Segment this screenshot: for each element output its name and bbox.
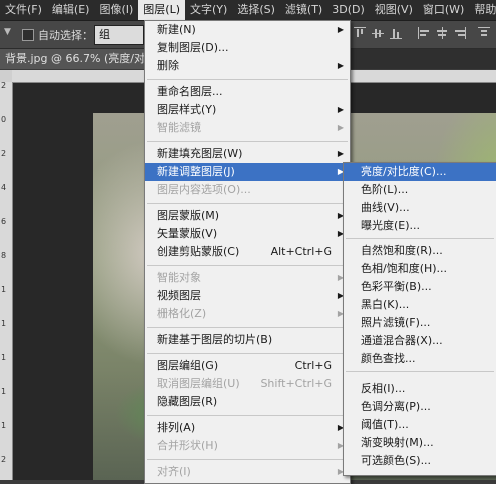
menu-item-smart-object: 智能对象 ▶ xyxy=(157,271,344,284)
menu-item-new-layer-based-slice[interactable]: 新建基于图层的切片(B) xyxy=(145,331,350,349)
menu-separator xyxy=(147,415,348,416)
submenu-item-color-balance[interactable]: 色彩平衡(B)... xyxy=(344,278,496,296)
menu-item-create-clipping-mask[interactable]: 创建剪贴蒙版(C) Alt+Ctrl+G xyxy=(145,243,350,261)
menu-item-rename-layer[interactable]: 重命名图层... xyxy=(145,83,350,101)
menu-select[interactable]: 选择(S) xyxy=(232,0,280,20)
menu-separator xyxy=(147,459,348,460)
menu-item-align: 对齐(I) ▶ xyxy=(157,465,344,478)
auto-select-dropdown[interactable]: 组 xyxy=(94,25,144,45)
align-bottom-icon[interactable] xyxy=(390,27,402,39)
submenu-item-selective-color[interactable]: 可选颜色(S)... xyxy=(344,452,496,470)
submenu-item-threshold[interactable]: 阈值(T)... xyxy=(344,416,496,434)
submenu-item-invert[interactable]: 反相(I)... xyxy=(344,380,496,398)
ruler-tick: 1 xyxy=(1,285,7,294)
menu-separator xyxy=(147,203,348,204)
ruler-tick: 2 xyxy=(1,81,7,90)
auto-select-label: 自动选择： xyxy=(38,29,93,42)
ruler-tick: 6 xyxy=(1,217,7,226)
menu-edit[interactable]: 编辑(E) xyxy=(47,0,95,20)
menu-separator xyxy=(147,265,348,266)
menu-window[interactable]: 窗口(W) xyxy=(418,0,469,20)
submenu-item-gradient-map[interactable]: 渐变映射(M)... xyxy=(344,434,496,452)
menu-item-arrange[interactable]: 排列(A) ▶ xyxy=(145,419,350,437)
menu-separator xyxy=(147,141,348,142)
menu-layer[interactable]: 图层(L) xyxy=(138,0,186,20)
document-tab[interactable]: 背景.jpg @ 66.7% (亮度/对比 xyxy=(0,49,145,69)
menu-item-rasterize: 栅格化(Z) ▶ xyxy=(157,307,344,320)
menu-separator xyxy=(147,327,348,328)
menu-item-smart-filter: 智能滤镜 ▶ xyxy=(157,121,344,134)
menu-item-layer-style[interactable]: 图层样式(Y) ▶ xyxy=(145,101,350,119)
menu-item-ungroup-layers: 取消图层编组(U) Shift+Ctrl+G xyxy=(157,377,332,390)
menu-separator xyxy=(346,371,494,372)
align-left-icon[interactable] xyxy=(418,27,430,39)
menu-image[interactable]: 图像(I) xyxy=(94,0,138,20)
submenu-item-exposure[interactable]: 曝光度(E)... xyxy=(344,217,496,235)
menu-item-vector-mask[interactable]: 矢量蒙版(V) ▶ xyxy=(145,225,350,243)
vertical-ruler: 2 0 2 4 6 8 1 1 1 1 1 2 xyxy=(0,82,13,480)
align-vcenter-icon[interactable] xyxy=(372,27,384,39)
auto-select-checkbox[interactable] xyxy=(22,29,34,41)
ruler-tick: 1 xyxy=(1,421,7,430)
submenu-item-channel-mixer[interactable]: 通道混合器(X)... xyxy=(344,332,496,350)
menu-filter[interactable]: 滤镜(T) xyxy=(280,0,327,20)
align-hcenter-icon[interactable] xyxy=(436,27,448,39)
submenu-item-hue-saturation[interactable]: 色相/饱和度(H)... xyxy=(344,260,496,278)
submenu-item-black-white[interactable]: 黑白(K)... xyxy=(344,296,496,314)
menu-item-duplicate-layer[interactable]: 复制图层(D)... xyxy=(145,39,350,57)
submenu-item-photo-filter[interactable]: 照片滤镜(F)... xyxy=(344,314,496,332)
submenu-item-color-lookup[interactable]: 颜色查找... xyxy=(344,350,496,368)
submenu-item-vibrance[interactable]: 自然饱和度(R)... xyxy=(344,242,496,260)
ruler-tick: 8 xyxy=(1,251,7,260)
ruler-tick: 4 xyxy=(1,183,7,192)
menu-item-delete[interactable]: 删除 ▶ xyxy=(145,57,350,75)
menu-type[interactable]: 文字(Y) xyxy=(185,0,232,20)
layer-menu: 新建(N) ▶ 复制图层(D)... 删除 ▶ 重命名图层... 图层样式(Y) ▶ … xyxy=(144,20,351,484)
menu-item-layer-content-options: 图层内容选项(O)... xyxy=(157,183,251,196)
menu-help[interactable]: 帮助 xyxy=(469,0,496,20)
align-top-icon[interactable] xyxy=(354,27,366,39)
menu-3d[interactable]: 3D(D) xyxy=(327,0,370,20)
tool-preset-dropdown-icon[interactable]: ▼ xyxy=(4,27,11,37)
menu-separator xyxy=(147,79,348,80)
ruler-tick: 2 xyxy=(1,455,7,464)
menu-item-group-layers[interactable]: 图层编组(G) Ctrl+G xyxy=(145,357,350,375)
menu-item-video-layer[interactable]: 视频图层 ▶ xyxy=(145,287,350,305)
menu-view[interactable]: 视图(V) xyxy=(370,0,418,20)
menu-item-layer-mask[interactable]: 图层蒙版(M) ▶ xyxy=(145,207,350,225)
submenu-item-curves[interactable]: 曲线(V)... xyxy=(344,199,496,217)
ruler-tick: 1 xyxy=(1,353,7,362)
ruler-tick: 2 xyxy=(1,149,7,158)
adjustment-layer-submenu: 亮度/对比度(C)... 色阶(L)... 曲线(V)... 曝光度(E)...… xyxy=(343,162,496,476)
ruler-tick: 1 xyxy=(1,319,7,328)
menu-separator xyxy=(346,238,494,239)
menu-separator xyxy=(147,353,348,354)
menu-item-new-adjustment-layer[interactable]: 新建调整图层(J) ▶ xyxy=(145,163,350,181)
submenu-item-levels[interactable]: 色阶(L)... xyxy=(344,181,496,199)
menu-item-hide-layers[interactable]: 隐藏图层(R) xyxy=(145,393,350,411)
align-right-icon[interactable] xyxy=(454,27,466,39)
distribute-icon[interactable] xyxy=(478,27,490,39)
submenu-item-brightness-contrast[interactable]: 亮度/对比度(C)... xyxy=(344,163,496,181)
ruler-tick: 0 xyxy=(1,115,7,124)
menu-item-new-fill-layer[interactable]: 新建填充图层(W) ▶ xyxy=(145,145,350,163)
menu-item-new[interactable]: 新建(N) ▶ xyxy=(145,21,350,39)
menu-file[interactable]: 文件(F) xyxy=(0,0,47,20)
menu-item-combine-shapes: 合并形状(H) ▶ xyxy=(157,439,344,452)
menu-bar: 文件(F) 编辑(E) 图像(I) 图层(L) 文字(Y) 选择(S) 滤镜(T… xyxy=(0,0,496,21)
submenu-item-posterize[interactable]: 色调分离(P)... xyxy=(344,398,496,416)
ruler-tick: 1 xyxy=(1,387,7,396)
